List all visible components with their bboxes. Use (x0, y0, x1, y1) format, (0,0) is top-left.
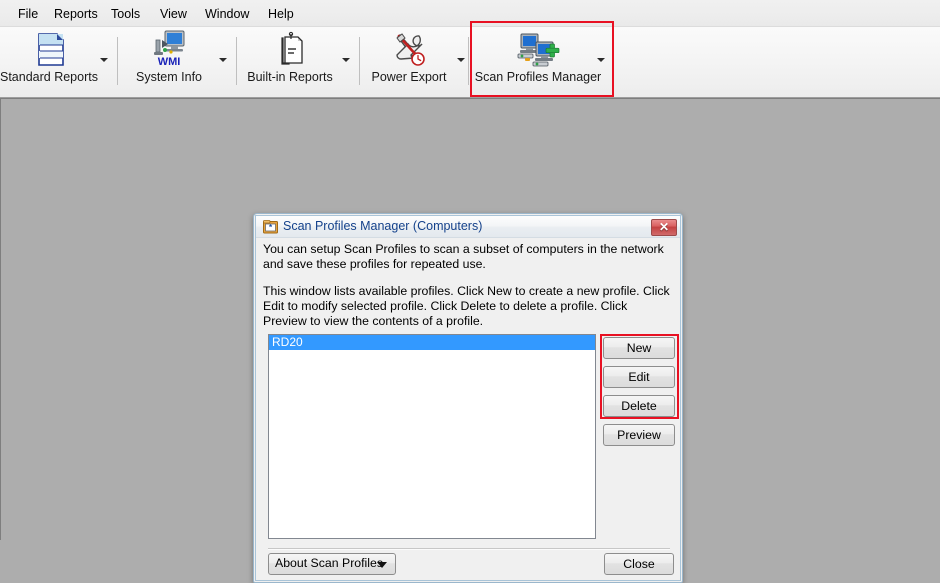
dialog-title-text: Scan Profiles Manager (Computers) (283, 219, 483, 233)
list-item[interactable]: RD20 (269, 335, 595, 350)
about-scan-profiles-dropdown[interactable]: About Scan Profiles (268, 553, 396, 575)
edit-button[interactable]: Edit (603, 366, 675, 388)
toolbar-button-standard-reports[interactable]: Standard Reports (0, 27, 98, 96)
toolbar-label-standard-reports: Standard Reports (0, 70, 98, 84)
dialog-description-secondary: This window lists available profiles. Cl… (263, 284, 670, 328)
menu-item-file[interactable]: File (12, 5, 44, 23)
clipboard-report-icon (267, 31, 313, 69)
wrench-screwdriver-clock-icon (386, 31, 432, 69)
application-window: File Reports Tools View Window Help Stan… (0, 0, 940, 583)
profiles-list-box[interactable]: RD20 (268, 334, 596, 539)
toolbar-dropdown-arrow-scan-profiles-manager[interactable] (596, 55, 607, 65)
toolbar-separator (236, 37, 237, 85)
menu-item-reports[interactable]: Reports (48, 5, 104, 23)
close-button[interactable]: Close (604, 553, 674, 575)
chevron-down-icon (377, 562, 387, 568)
two-computers-plus-icon (512, 31, 564, 69)
close-glyph: ✕ (658, 220, 670, 234)
svg-text:WMI: WMI (158, 56, 181, 68)
toolbar-dropdown-arrow-power-export[interactable] (456, 55, 467, 65)
about-scan-profiles-label: About Scan Profiles (275, 556, 384, 570)
menu-item-view[interactable]: View (154, 5, 193, 23)
close-icon[interactable]: ✕ (651, 219, 677, 236)
wmi-monitor-icon: WMI (146, 28, 192, 68)
toolbar-button-power-export[interactable]: Power Export (362, 27, 456, 96)
menu-item-help[interactable]: Help (262, 5, 300, 23)
scan-profiles-manager-dialog: * Scan Profiles Manager (Computers) ✕ Yo… (253, 213, 683, 583)
toolbar-separator (468, 37, 469, 85)
client-area: * Scan Profiles Manager (Computers) ✕ Yo… (0, 98, 940, 583)
new-button[interactable]: New (603, 337, 675, 359)
document-page-icon (25, 31, 71, 69)
dialog-title-bar[interactable]: * Scan Profiles Manager (Computers) ✕ (256, 216, 680, 238)
toolbar-label-built-in-reports: Built-in Reports (247, 70, 333, 84)
toolbar-label-system-info: System Info (136, 70, 202, 84)
toolbar-separator (359, 37, 360, 85)
toolbar-label-scan-profiles-manager: Scan Profiles Manager (474, 70, 602, 84)
dialog-separator (268, 548, 670, 550)
toolbar-dropdown-arrow-built-in-reports[interactable] (341, 55, 352, 65)
toolbar-label-power-export: Power Export (371, 70, 447, 84)
toolbar-button-built-in-reports[interactable]: Built-in Reports (240, 27, 340, 96)
dialog-description-primary: You can setup Scan Profiles to scan a su… (263, 242, 664, 271)
dialog-inner-frame: * Scan Profiles Manager (Computers) ✕ Yo… (255, 215, 681, 581)
delete-button[interactable]: Delete (603, 395, 675, 417)
menu-bar: File Reports Tools View Window Help (0, 0, 940, 27)
toolbar-separator (117, 37, 118, 85)
menu-item-tools[interactable]: Tools (105, 5, 146, 23)
toolbar-dropdown-arrow-standard-reports[interactable] (99, 55, 110, 65)
preview-button[interactable]: Preview (603, 424, 675, 446)
toolbar-dropdown-arrow-system-info[interactable] (218, 55, 229, 65)
toolbar-button-system-info[interactable]: WMI System Info (120, 27, 218, 96)
toolbar-button-scan-profiles-manager[interactable]: Scan Profiles Manager (472, 27, 604, 96)
toolbar: Standard Reports WMI System Info Built-i… (0, 21, 940, 98)
menu-item-window[interactable]: Window (199, 5, 255, 23)
profiles-window-icon: * (263, 220, 278, 234)
